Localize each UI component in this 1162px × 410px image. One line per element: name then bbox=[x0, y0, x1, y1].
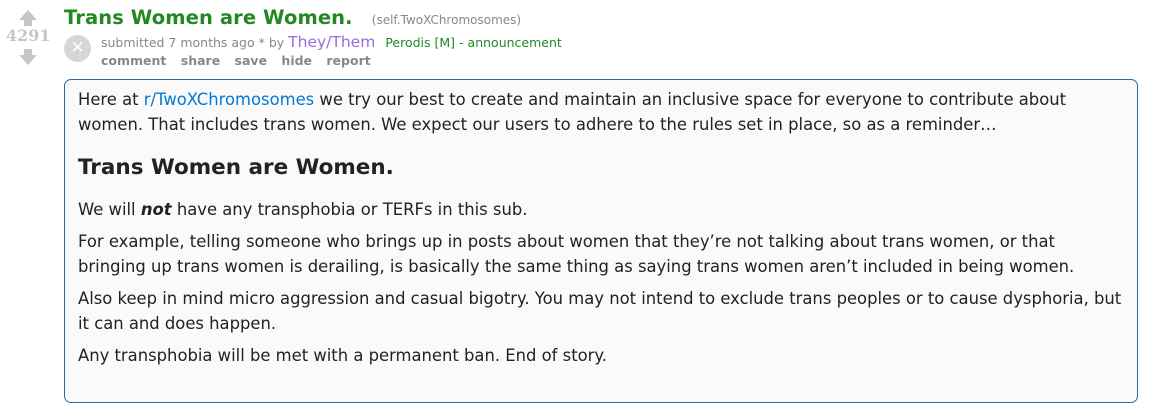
intro-paragraph: Here at r/TwoXChromosomes we try our bes… bbox=[78, 87, 1124, 137]
submitted-text: submitted 7 months ago * by bbox=[101, 35, 285, 50]
upvote-arrow-icon[interactable] bbox=[19, 10, 37, 26]
author-flair: Perodis bbox=[385, 35, 431, 50]
post-title[interactable]: Trans Women are Women. bbox=[64, 6, 353, 29]
rule-paragraph: We will not have any transphobia or TERF… bbox=[78, 197, 1124, 222]
save-button[interactable]: save bbox=[235, 53, 268, 68]
moderator-badge: [M] bbox=[434, 35, 456, 50]
micro-aggression-paragraph: Also keep in mind micro aggression and c… bbox=[78, 289, 1122, 333]
tagline-dash: - bbox=[459, 35, 464, 50]
ban-paragraph: Any transphobia will be met with a perma… bbox=[78, 346, 607, 365]
vote-column: 4291 bbox=[6, 6, 51, 65]
downvote-arrow-icon[interactable] bbox=[19, 49, 37, 65]
subreddit-link[interactable]: r/TwoXChromosomes bbox=[144, 90, 314, 109]
intro-text-pre: Here at bbox=[78, 90, 139, 109]
rule-text-post: have any transphobia or TERFs in this su… bbox=[176, 200, 528, 219]
post-body: Here at r/TwoXChromosomes we try our bes… bbox=[64, 79, 1138, 403]
report-button[interactable]: report bbox=[326, 53, 370, 68]
share-button[interactable]: share bbox=[181, 53, 220, 68]
vote-score: 4291 bbox=[6, 26, 51, 45]
body-heading: Trans Women are Women. bbox=[78, 155, 394, 180]
comment-button[interactable]: comment bbox=[101, 53, 166, 68]
announcement-label: announcement bbox=[467, 35, 562, 50]
close-circle-icon: ✕ bbox=[64, 35, 91, 62]
example-paragraph: For example, telling someone who brings … bbox=[78, 232, 1075, 276]
hide-button[interactable]: hide bbox=[281, 53, 312, 68]
post-title-line: Trans Women are Women. (self.TwoXChromos… bbox=[64, 6, 521, 29]
post-buttons: comment share save hide report bbox=[101, 53, 381, 68]
post-domain[interactable]: (self.TwoXChromosomes) bbox=[372, 13, 521, 27]
post-tagline: submitted 7 months ago * by They/Them Pe… bbox=[101, 33, 562, 51]
author-link[interactable]: They/Them bbox=[288, 33, 375, 51]
rule-emphasis: not bbox=[140, 200, 172, 219]
rule-text-pre: We will bbox=[78, 200, 136, 219]
